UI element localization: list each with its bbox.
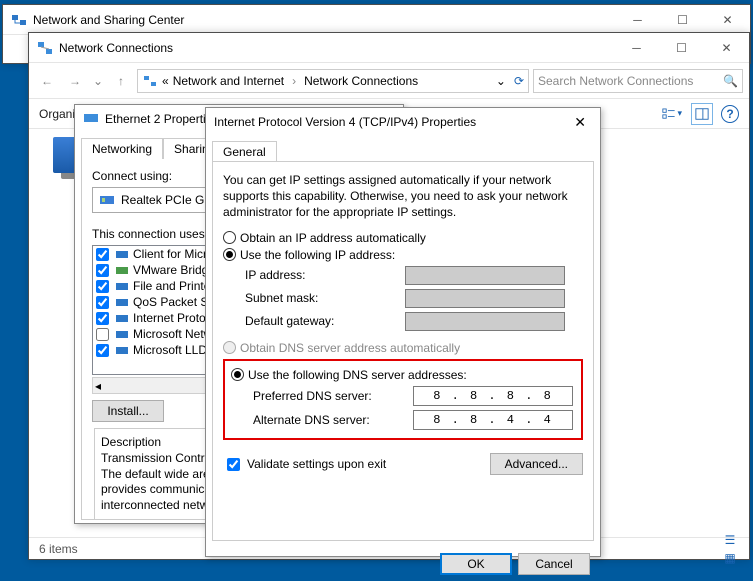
dialog-title: Internet Protocol Version 4 (TCP/IPv4) P… [214,115,476,129]
component-checkbox[interactable] [96,296,109,309]
search-icon[interactable]: 🔍 [723,74,738,88]
maximize-button[interactable]: ☐ [659,33,704,62]
window-title: Network and Sharing Center [33,13,615,27]
recent-dropdown[interactable]: ⌄ [91,69,105,93]
scroll-left-icon[interactable]: ◂ [95,379,101,393]
component-checkbox[interactable] [96,280,109,293]
search-box[interactable]: Search Network Connections 🔍 [533,69,743,93]
breadcrumb-seg1[interactable]: Network and Internet [173,74,284,88]
dialog-buttons: OK Cancel [206,547,600,581]
refresh-icon[interactable]: ⟳ [514,74,524,88]
item-count: 6 items [39,542,78,556]
radio-icon [223,231,236,244]
close-button[interactable]: ✕ [568,114,592,131]
intro-text: You can get IP settings assigned automat… [223,172,583,221]
details-view-icon[interactable]: ☰ [721,531,739,549]
titlebar-connections: Network Connections ─ ☐ ✕ [29,33,749,63]
tab-body-general: You can get IP settings assigned automat… [212,161,594,541]
validate-checkbox[interactable]: Validate settings upon exit [223,455,386,474]
component-checkbox[interactable] [96,328,109,341]
close-button[interactable]: ✕ [704,33,749,62]
preferred-dns-label: Preferred DNS server: [253,389,403,403]
breadcrumb-prefix: « [162,74,169,88]
component-icon [115,295,129,309]
minimize-button[interactable]: ─ [614,33,659,62]
component-checkbox[interactable] [96,248,109,261]
close-button[interactable]: ✕ [705,5,750,34]
help-icon[interactable]: ? [721,105,739,123]
dialog-ipv4-properties: Internet Protocol Version 4 (TCP/IPv4) P… [205,107,601,557]
view-controls: ▾ ? [661,103,739,125]
component-icon [115,263,129,277]
dialog-title: Ethernet 2 Properties [105,112,218,126]
checkbox-input[interactable] [227,458,240,471]
window-title: Network Connections [59,41,614,55]
breadcrumb-seg2[interactable]: Network Connections [304,74,418,88]
back-button[interactable]: ← [35,69,59,93]
component-checkbox[interactable] [96,344,109,357]
search-placeholder: Search Network Connections [538,74,693,88]
titlebar-sharing: Network and Sharing Center ─ ☐ ✕ [3,5,750,35]
adapter-icon [83,111,99,127]
tab-general[interactable]: General [212,141,277,162]
ip-address-input[interactable] [405,266,565,285]
radio-use-dns[interactable]: Use the following DNS server addresses: [231,368,575,382]
default-gateway-input[interactable] [405,312,565,331]
network-sharing-icon [11,12,27,28]
subnet-mask-input[interactable] [405,289,565,308]
radio-obtain-ip[interactable]: Obtain an IP address automatically [223,231,583,245]
chevron-right-icon: › [292,74,296,88]
ok-button[interactable]: OK [440,553,512,575]
location-icon [142,73,158,89]
dialog-titlebar: Internet Protocol Version 4 (TCP/IPv4) P… [206,108,600,136]
subnet-mask-label: Subnet mask: [245,291,395,305]
install-button[interactable]: Install... [92,400,164,422]
radio-obtain-dns: Obtain DNS server address automatically [223,341,583,355]
forward-button[interactable]: → [63,69,87,93]
network-connections-icon [37,40,53,56]
adapter-card-icon [99,192,115,208]
component-icon [115,327,129,341]
address-dropdown-icon[interactable]: ⌄ [496,74,506,88]
view-toggles: ☰ ▦ [721,531,739,567]
advanced-button[interactable]: Advanced... [490,453,583,475]
ip-address-label: IP address: [245,268,395,282]
component-icon [115,279,129,293]
radio-icon [223,248,236,261]
view-layout-icon[interactable]: ▾ [661,103,683,125]
component-checkbox[interactable] [96,312,109,325]
alternate-dns-input[interactable]: 8 . 8 . 4 . 4 [413,410,573,430]
component-icon [115,247,129,261]
tab-networking[interactable]: Networking [81,138,163,159]
component-icon [115,311,129,325]
dns-highlight-box: Use the following DNS server addresses: … [223,359,583,440]
maximize-button[interactable]: ☐ [660,5,705,34]
minimize-button[interactable]: ─ [615,5,660,34]
up-button[interactable]: ↑ [109,69,133,93]
window-buttons: ─ ☐ ✕ [615,5,750,34]
radio-icon [223,341,236,354]
ip-fields: IP address: Subnet mask: Default gateway… [245,266,583,331]
cancel-button[interactable]: Cancel [518,553,590,575]
preferred-dns-input[interactable]: 8 . 8 . 8 . 8 [413,386,573,406]
component-checkbox[interactable] [96,264,109,277]
address-bar[interactable]: « Network and Internet › Network Connect… [137,69,529,93]
preview-pane-icon[interactable] [691,103,713,125]
alternate-dns-label: Alternate DNS server: [253,413,403,427]
nav-toolbar: ← → ⌄ ↑ « Network and Internet › Network… [29,63,749,99]
default-gateway-label: Default gateway: [245,314,395,328]
window-buttons: ─ ☐ ✕ [614,33,749,62]
radio-icon [231,368,244,381]
radio-use-ip[interactable]: Use the following IP address: [223,248,583,262]
dns-fields: Preferred DNS server: 8 . 8 . 8 . 8 Alte… [253,386,575,430]
tabs: General [212,140,594,161]
component-icon [115,343,129,357]
